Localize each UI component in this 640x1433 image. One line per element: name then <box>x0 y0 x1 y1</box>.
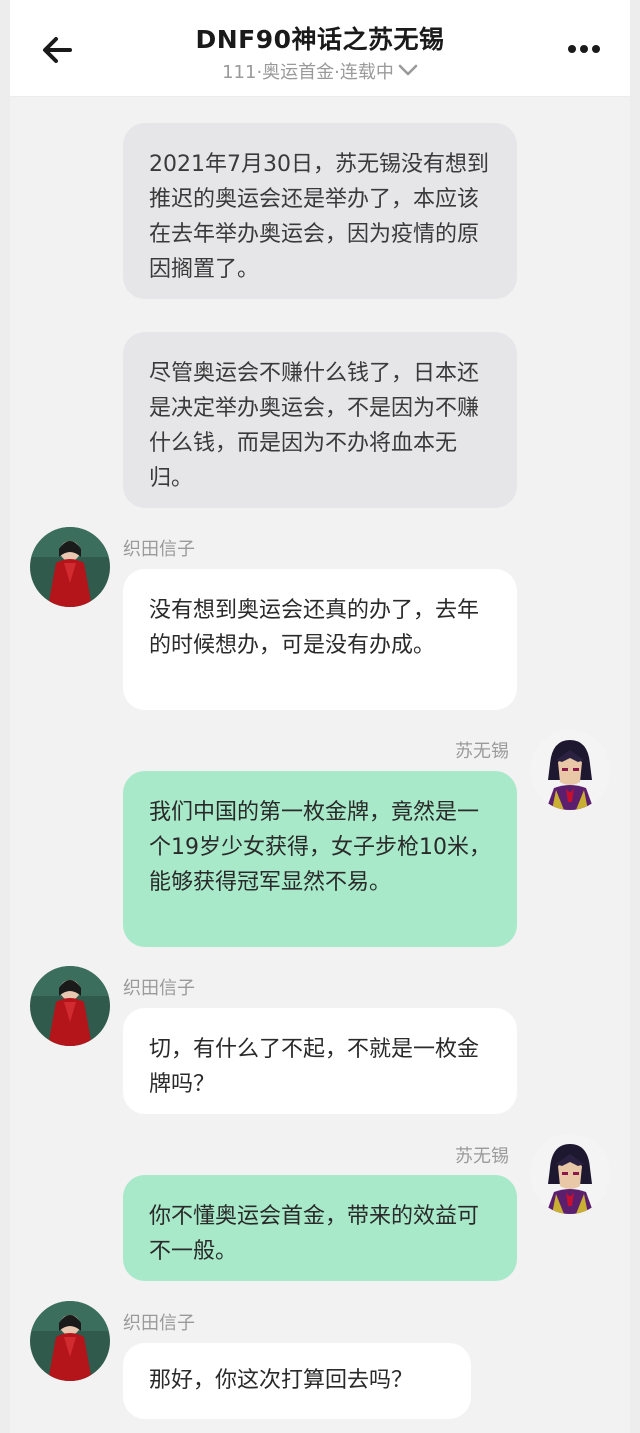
chapter-subtitle: 111·奥运首金·连载中 <box>222 62 394 83</box>
narration-bubble: 2021年7月30日，苏无锡没有想到推迟的奥运会还是举办了，本应该在去年举办奥运… <box>123 123 517 299</box>
narration-text: 2021年7月30日，苏无锡没有想到推迟的奥运会还是举办了，本应该在去年举办奥运… <box>149 152 489 282</box>
message-bubble-right[interactable]: 我们中国的第一枚金牌，竟然是一个19岁少女获得，女子步枪10米，能够获得冠军显然… <box>123 771 517 947</box>
avatar-suwuxi[interactable] <box>530 730 610 810</box>
message-text: 切，有什么了不起，不就是一枚金牌吗？ <box>149 1037 480 1097</box>
more-button[interactable] <box>564 34 604 64</box>
message-text: 我们中国的第一枚金牌，竟然是一个19岁少女获得，女子步枪10米，能够获得冠军显然… <box>149 800 491 895</box>
message-bubble-left[interactable]: 切，有什么了不起，不就是一枚金牌吗？ <box>123 1008 517 1114</box>
chevron-down-icon <box>398 61 418 82</box>
message-text: 那好，你这次打算回去吗？ <box>149 1368 414 1393</box>
top-bar: DNF90神话之苏无锡 111·奥运首金·连载中 <box>10 0 630 97</box>
avatar-zhitian[interactable] <box>30 966 110 1046</box>
avatar-zhitian[interactable] <box>30 527 110 607</box>
message-text: 你不懂奥运会首金，带来的效益可不一般。 <box>149 1204 480 1264</box>
page-title: DNF90神话之苏无锡 <box>195 25 445 54</box>
chapter-selector[interactable]: 111·奥运首金·连载中 <box>10 58 630 84</box>
right-edge-strip <box>630 0 640 1433</box>
message-bubble-left[interactable]: 那好，你这次打算回去吗？ <box>123 1343 471 1419</box>
message-text: 没有想到奥运会还真的办了，去年的时候想办，可是没有办成。 <box>149 598 480 658</box>
narration-bubble: 尽管奥运会不赚什么钱了，日本还是决定举办奥运会，不是因为不赚什么钱，而是因为不办… <box>123 332 517 508</box>
left-edge-strip <box>0 0 10 1433</box>
sender-name: 织田信子 <box>123 978 195 999</box>
avatar-suwuxi[interactable] <box>530 1134 610 1214</box>
narration-text: 尽管奥运会不赚什么钱了，日本还是决定举办奥运会，不是因为不赚什么钱，而是因为不办… <box>149 361 480 491</box>
chat-area[interactable]: 2021年7月30日，苏无锡没有想到推迟的奥运会还是举办了，本应该在去年举办奥运… <box>10 97 630 1433</box>
sender-name: 织田信子 <box>123 1313 195 1334</box>
more-dots-icon <box>564 45 604 68</box>
message-bubble-left[interactable]: 没有想到奥运会还真的办了，去年的时候想办，可是没有办成。 <box>123 569 517 710</box>
message-bubble-right[interactable]: 你不懂奥运会首金，带来的效益可不一般。 <box>123 1175 517 1281</box>
sender-name: 苏无锡 <box>455 1146 509 1167</box>
sender-name: 苏无锡 <box>455 741 509 762</box>
avatar-zhitian[interactable] <box>30 1301 110 1381</box>
sender-name: 织田信子 <box>123 539 195 560</box>
